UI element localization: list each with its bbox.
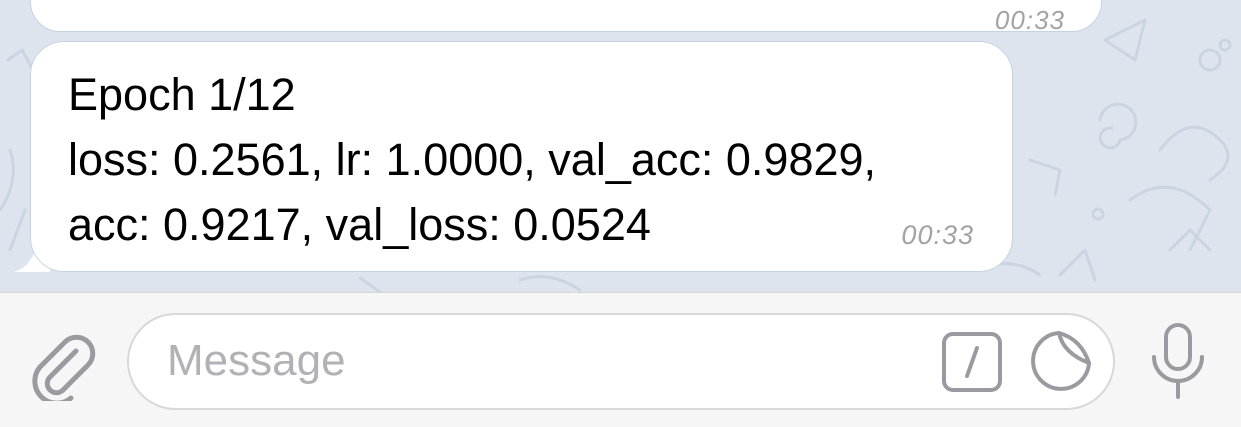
voice-message-button[interactable] bbox=[1146, 321, 1210, 401]
message-bubble[interactable]: Epoch 1/12 loss: 0.2561, lr: 1.0000, val… bbox=[30, 41, 1013, 272]
previous-message-time: 00:33 bbox=[994, 5, 1065, 35]
commands-button[interactable] bbox=[941, 331, 1003, 393]
message-line: acc: 0.9217, val_loss: 0.0524 bbox=[68, 199, 651, 250]
message-line: Epoch 1/12 bbox=[68, 69, 296, 120]
attach-button[interactable] bbox=[28, 329, 100, 406]
chat-area: 00:33 Epoch 1/12 loss: 0.2561, lr: 1.000… bbox=[0, 0, 1241, 292]
sticker-button[interactable] bbox=[1029, 329, 1093, 393]
message-input-bar bbox=[0, 292, 1241, 427]
sticker-icon bbox=[1031, 331, 1091, 391]
message-line: loss: 0.2561, lr: 1.0000, val_acc: 0.982… bbox=[68, 134, 877, 185]
message-field[interactable] bbox=[127, 313, 1115, 410]
message-time: 00:33 bbox=[901, 220, 974, 250]
message-input[interactable] bbox=[167, 329, 927, 393]
microphone-icon bbox=[1152, 323, 1204, 399]
message-text: Epoch 1/12 loss: 0.2561, lr: 1.0000, val… bbox=[68, 62, 876, 257]
paperclip-icon bbox=[32, 334, 96, 406]
slash-command-icon bbox=[942, 332, 1002, 392]
previous-message-bubble: 00:33 bbox=[30, 0, 1102, 35]
